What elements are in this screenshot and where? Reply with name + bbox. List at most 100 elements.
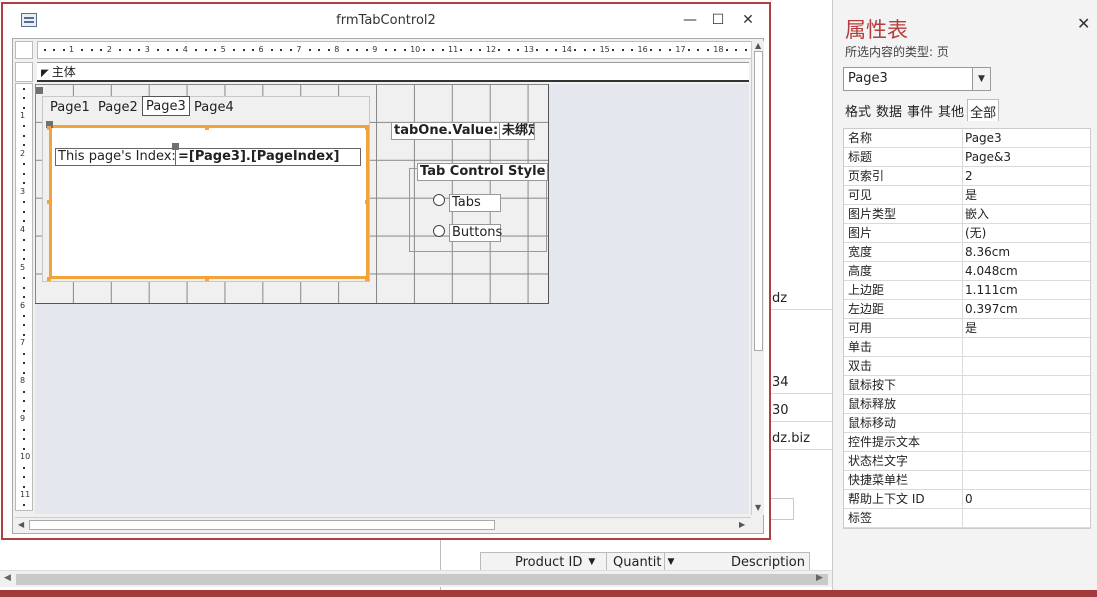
property-value[interactable]: (无)	[963, 224, 1090, 242]
property-row[interactable]: 控件提示文本	[844, 433, 1090, 452]
option-group-label[interactable]: Tab Control Style	[417, 163, 549, 181]
workspace-horizontal-scrollbar[interactable]: ◀ ▶	[0, 570, 832, 587]
scroll-thumb[interactable]	[29, 520, 495, 530]
property-row[interactable]: 上边距 1.111cm	[844, 281, 1090, 300]
scroll-right-icon[interactable]: ▶	[816, 573, 823, 583]
resize-handle[interactable]	[205, 277, 209, 281]
tab-all[interactable]: 全部	[967, 99, 1000, 121]
object-selector[interactable]: Page3 ▼	[843, 67, 991, 91]
property-row[interactable]: 名称 Page3	[844, 129, 1090, 148]
property-row[interactable]: 宽度 8.36cm	[844, 243, 1090, 262]
section-header-detail[interactable]: ◤ 主体	[37, 62, 749, 82]
resize-handle[interactable]	[47, 126, 51, 130]
property-row[interactable]: 图片类型 嵌入	[844, 205, 1090, 224]
property-value[interactable]	[963, 357, 1090, 375]
property-value[interactable]	[963, 395, 1090, 413]
radio-buttons-label[interactable]: Buttons	[449, 224, 502, 242]
close-button[interactable]: ✕	[735, 10, 761, 30]
scroll-left-icon[interactable]: ◀	[4, 573, 11, 583]
resize-handle[interactable]	[205, 126, 209, 130]
resize-handle[interactable]	[365, 200, 369, 204]
property-row[interactable]: 图片 (无)	[844, 224, 1090, 243]
property-row[interactable]: 单击	[844, 338, 1090, 357]
property-row[interactable]: 帮助上下文 ID 0	[844, 490, 1090, 509]
move-handle[interactable]	[36, 87, 43, 94]
page-index-textbox[interactable]: =[Page3].[PageIndex]	[175, 148, 361, 166]
tab-event[interactable]: 事件	[905, 99, 935, 121]
property-row[interactable]: 页索引 2	[844, 167, 1090, 186]
scroll-right-icon[interactable]: ▶	[739, 520, 745, 529]
property-value[interactable]: 2	[963, 167, 1090, 185]
property-row[interactable]: 可见是	[844, 186, 1090, 205]
scroll-up-icon[interactable]: ▲	[755, 41, 761, 50]
tab-page1[interactable]: Page1	[47, 98, 93, 118]
horizontal-ruler[interactable]: 1 2 3 4 5 6 7 8 9 10 11 12 13 14 15 16 17 18	[37, 41, 753, 59]
resize-handle[interactable]	[365, 126, 369, 130]
property-value[interactable]	[963, 433, 1090, 451]
scroll-thumb[interactable]	[754, 51, 763, 351]
grid-header-quantity[interactable]: Quantit ▼	[607, 553, 674, 571]
property-row[interactable]: 鼠标按下	[844, 376, 1090, 395]
ruler-corner[interactable]	[15, 41, 33, 59]
resize-handle[interactable]	[47, 200, 51, 204]
property-value[interactable]: Page&3	[963, 148, 1090, 166]
property-value[interactable]: 1.111cm	[963, 281, 1090, 299]
property-row[interactable]: 状态栏文字	[844, 452, 1090, 471]
property-row[interactable]: 可用是	[844, 319, 1090, 338]
tab-page-body[interactable]: This page's Index: =[Page3].[PageIndex]	[49, 125, 369, 279]
property-value[interactable]: 0.397cm	[963, 300, 1090, 318]
vertical-ruler[interactable]: 1 2 3 4 5 6 7 8 9 10 11	[15, 83, 33, 511]
property-value[interactable]: 是	[963, 319, 1090, 337]
property-row[interactable]: 高度 4.048cm	[844, 262, 1090, 281]
property-value[interactable]	[963, 376, 1090, 394]
chevron-down-icon[interactable]: ▼	[972, 68, 990, 90]
scroll-thumb[interactable]	[16, 574, 828, 585]
close-icon[interactable]: ✕	[1077, 14, 1090, 33]
maximize-button[interactable]: ☐	[705, 10, 731, 30]
property-value[interactable]: 8.36cm	[963, 243, 1090, 261]
background-input[interactable]	[770, 498, 794, 520]
tab-value-textbox[interactable]: 未绑定	[499, 122, 535, 140]
scroll-down-icon[interactable]: ▼	[755, 503, 761, 512]
dropdown-arrow-icon[interactable]: ▼	[588, 557, 595, 567]
tab-control[interactable]: Page1 Page2 Page3 Page4 This page's Inde…	[42, 96, 370, 282]
tab-data[interactable]: 数据	[874, 99, 904, 121]
tab-page4[interactable]: Page4	[191, 98, 237, 118]
property-row[interactable]: 鼠标释放	[844, 395, 1090, 414]
property-value[interactable]	[963, 509, 1090, 527]
property-value[interactable]	[963, 338, 1090, 356]
radio-tabs[interactable]	[433, 194, 445, 206]
minimize-button[interactable]: —	[677, 10, 703, 30]
property-value[interactable]: Page3	[963, 129, 1090, 147]
tab-format[interactable]: 格式	[843, 99, 873, 121]
property-value[interactable]: 4.048cm	[963, 262, 1090, 280]
property-value[interactable]	[963, 414, 1090, 432]
tab-value-label[interactable]: tabOne.Value:	[391, 122, 502, 140]
scroll-left-icon[interactable]: ◀	[18, 520, 24, 529]
property-row[interactable]: 标题 Page&3	[844, 148, 1090, 167]
property-value[interactable]	[963, 452, 1090, 470]
section-selector[interactable]	[15, 62, 33, 82]
resize-handle[interactable]	[365, 277, 369, 281]
radio-buttons[interactable]	[433, 225, 445, 237]
property-row[interactable]: 快捷菜单栏	[844, 471, 1090, 490]
property-row[interactable]: 鼠标移动	[844, 414, 1090, 433]
tab-page3[interactable]: Page3	[142, 96, 190, 116]
property-row[interactable]: 双击	[844, 357, 1090, 376]
grid-header-product-id[interactable]: Product ID ▼	[481, 553, 607, 571]
tab-page2[interactable]: Page2	[95, 98, 141, 118]
property-value[interactable]: 是	[963, 186, 1090, 204]
property-row[interactable]: 标签	[844, 509, 1090, 528]
resize-handle[interactable]	[47, 277, 51, 281]
page-index-label[interactable]: This page's Index:	[55, 148, 179, 166]
property-value[interactable]: 0	[963, 490, 1090, 508]
move-handle[interactable]	[172, 143, 179, 150]
property-row[interactable]: 左边距 0.397cm	[844, 300, 1090, 319]
design-vertical-scrollbar[interactable]: ▲ ▼	[751, 41, 764, 515]
property-value[interactable]: 嵌入	[963, 205, 1090, 223]
property-value[interactable]	[963, 471, 1090, 489]
grid-header-description[interactable]: Description	[665, 553, 809, 571]
design-horizontal-scrollbar[interactable]: ◀ ▶	[15, 517, 751, 531]
radio-tabs-label[interactable]: Tabs	[449, 194, 501, 212]
tab-other[interactable]: 其他	[936, 99, 966, 121]
